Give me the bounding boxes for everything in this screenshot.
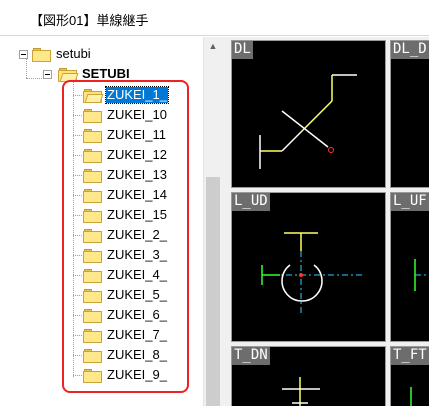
- tree-connector: [73, 155, 82, 156]
- tree-item-label[interactable]: ZUKEI_5_: [106, 287, 168, 303]
- tree-item[interactable]: ZUKEI_12: [83, 146, 168, 164]
- folder-tree[interactable]: setubi SETUBI ZUKEI_1_ ZUKEI_10 ZUKEI_11 ZU…: [0, 37, 203, 406]
- tree-node-label[interactable]: SETUBI: [81, 66, 131, 82]
- folder-icon: [83, 288, 102, 303]
- collapse-icon[interactable]: [43, 69, 52, 79]
- tree-item[interactable]: ZUKEI_4_: [83, 266, 168, 284]
- folder-icon: [83, 208, 102, 223]
- tree-connector: [73, 295, 82, 296]
- symbol-thumbnail-grid[interactable]: DL DL_D L_UD L_UF T_DN T_FT: [222, 37, 429, 406]
- tree-item-label[interactable]: ZUKEI_7_: [106, 327, 168, 343]
- scrollbar-thumb[interactable]: [206, 177, 220, 406]
- scroll-up-icon[interactable]: ▲: [204, 37, 222, 55]
- folder-icon: [83, 168, 102, 183]
- symbol-drawing: [414, 259, 429, 291]
- tree-item-label[interactable]: ZUKEI_15: [106, 207, 168, 223]
- title-bar: 【図形01】単線継手: [0, 0, 429, 36]
- tree-connector: [73, 135, 82, 136]
- symbol-drawing: [391, 41, 429, 188]
- window-title: 【図形01】単線継手: [30, 13, 149, 28]
- tree-item-label[interactable]: ZUKEI_4_: [106, 267, 168, 283]
- folder-icon: [83, 268, 102, 283]
- tree-connector: [73, 255, 82, 256]
- folder-icon: [83, 108, 102, 123]
- folder-icon: [83, 228, 102, 243]
- tree-item[interactable]: ZUKEI_9_: [83, 366, 168, 384]
- tree-connector: [73, 315, 82, 316]
- tree-item-label[interactable]: ZUKEI_13: [106, 167, 168, 183]
- thumbnail-tile[interactable]: DL_D: [390, 40, 429, 188]
- tree-connector: [73, 235, 82, 236]
- symbol-drawing: [261, 232, 362, 313]
- open-folder-icon: [58, 67, 79, 82]
- thumbnail-tile[interactable]: L_UF: [390, 192, 429, 342]
- collapse-icon[interactable]: [19, 49, 28, 59]
- thumbnail-label: T_FT: [391, 347, 429, 365]
- thumbnail-tile[interactable]: T_DN: [231, 346, 386, 406]
- folder-icon: [83, 248, 102, 263]
- tree-item-label[interactable]: ZUKEI_10: [106, 107, 168, 123]
- tree-node-label[interactable]: setubi: [55, 46, 92, 62]
- tree-connector: [73, 78, 74, 377]
- tree-item-label[interactable]: ZUKEI_12: [106, 147, 168, 163]
- folder-icon: [83, 348, 102, 363]
- tree-item[interactable]: ZUKEI_2_: [83, 226, 168, 244]
- folder-icon: [83, 128, 102, 143]
- tree-item-label[interactable]: ZUKEI_9_: [106, 367, 168, 383]
- folder-icon: [83, 308, 102, 323]
- thumbnail-label: L_UF: [391, 193, 429, 211]
- tree-item[interactable]: ZUKEI_6_: [83, 306, 168, 324]
- symbol-drawing: [259, 74, 357, 169]
- tree-item-label[interactable]: ZUKEI_1_: [105, 86, 169, 104]
- tree-item[interactable]: ZUKEI_13: [83, 166, 168, 184]
- tree-connector: [73, 175, 82, 176]
- folder-icon: [32, 47, 51, 62]
- tree-connector: [73, 95, 82, 96]
- tree-connector: [73, 195, 82, 196]
- tree-connector: [73, 355, 82, 356]
- tree-connector: [73, 375, 82, 376]
- folder-icon: [83, 188, 102, 203]
- thumbnail-tile[interactable]: DL: [231, 40, 386, 188]
- folder-icon: [83, 328, 102, 343]
- tree-item-label[interactable]: ZUKEI_6_: [106, 307, 168, 323]
- open-folder-icon: [83, 88, 104, 103]
- tree-item[interactable]: ZUKEI_10: [83, 106, 168, 124]
- tree-item-label[interactable]: ZUKEI_8_: [106, 347, 168, 363]
- tree-item-label[interactable]: ZUKEI_2_: [106, 227, 168, 243]
- tree-connector: [73, 335, 82, 336]
- folder-icon: [83, 148, 102, 163]
- tree-item[interactable]: ZUKEI_1_: [83, 86, 169, 104]
- thumbnail-tile[interactable]: T_FT: [390, 346, 429, 406]
- tree-item-label[interactable]: ZUKEI_3_: [106, 247, 168, 263]
- folder-icon: [83, 368, 102, 383]
- tree-connector: [73, 275, 82, 276]
- tree-item[interactable]: ZUKEI_11: [83, 126, 167, 144]
- tree-node-root[interactable]: setubi: [19, 45, 92, 63]
- thumbnail-label: L_UD: [232, 193, 270, 211]
- tree-scrollbar[interactable]: ▲: [203, 37, 222, 406]
- thumbnail-label: T_DN: [232, 347, 270, 365]
- tree-item[interactable]: ZUKEI_8_: [83, 346, 168, 364]
- tree-item[interactable]: ZUKEI_14: [83, 186, 168, 204]
- tree-item[interactable]: ZUKEI_5_: [83, 286, 168, 304]
- tree-item[interactable]: ZUKEI_3_: [83, 246, 168, 264]
- tree-item[interactable]: ZUKEI_15: [83, 206, 168, 224]
- thumbnail-label: DL: [232, 41, 253, 59]
- tree-item[interactable]: ZUKEI_7_: [83, 326, 168, 344]
- thumbnail-tile[interactable]: L_UD: [231, 192, 386, 342]
- tree-connector: [73, 215, 82, 216]
- tree-item-label[interactable]: ZUKEI_14: [106, 187, 168, 203]
- tree-connector: [73, 115, 82, 116]
- tree-item-label[interactable]: ZUKEI_11: [106, 127, 167, 143]
- tree-node-setubi[interactable]: SETUBI: [43, 65, 131, 83]
